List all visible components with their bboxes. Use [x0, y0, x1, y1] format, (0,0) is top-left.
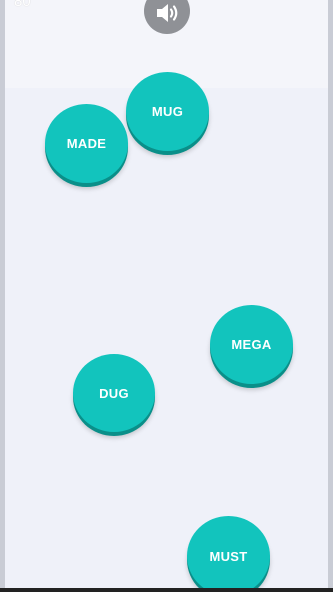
right-border	[328, 0, 333, 592]
speaker-volume-icon	[157, 4, 178, 22]
bottom-edge	[0, 588, 333, 592]
word-bubble-must[interactable]: MUST	[187, 516, 270, 592]
score-counter: 80	[14, 0, 31, 10]
word-bubble-dug[interactable]: DUG	[73, 354, 155, 432]
word-bubble-mug[interactable]: MUG	[126, 72, 209, 151]
word-bubble-made[interactable]: MADE	[45, 104, 128, 183]
word-bubble-mega[interactable]: MEGA	[210, 305, 293, 384]
game-screen: 80 MADE MUG MEGA DUG MUST	[0, 0, 333, 592]
